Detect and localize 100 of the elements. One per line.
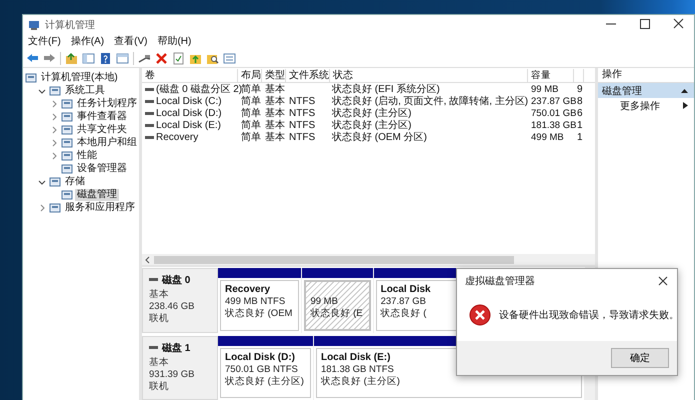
node-icon xyxy=(61,98,73,110)
table-cell: 基本 xyxy=(265,132,285,144)
table-cell-text: 基本 xyxy=(265,84,285,96)
ok-button[interactable]: 确定 xyxy=(611,348,669,368)
tree-item[interactable]: 事件查看器 xyxy=(23,110,135,123)
disk-status: 联机 xyxy=(149,313,170,325)
disk-status: 联机 xyxy=(149,380,170,392)
table-cell-text: 基本 xyxy=(265,120,285,132)
table-cell-text: 基本 xyxy=(265,108,285,120)
partition-name: Local Disk xyxy=(380,284,431,296)
window-title: 计算机管理 xyxy=(45,18,96,32)
disk-size: 238.46 GB xyxy=(149,301,196,313)
table-cell: (磁盘 0 磁盘分区 2) xyxy=(156,84,242,96)
tree-item[interactable]: 共享文件夹 xyxy=(23,123,135,136)
partition-size: 499 MB NTFS xyxy=(225,296,286,308)
table-cell: 237.87 GB xyxy=(531,96,576,108)
column-header[interactable]: 卷 xyxy=(142,68,238,82)
partition-name: Recovery xyxy=(225,284,270,296)
partition-name: Local Disk (E:) xyxy=(320,352,390,364)
partition-name: Local Disk (D:) xyxy=(225,352,296,364)
dialog-title: 虚拟磁盘管理器 xyxy=(465,274,535,288)
menu-item[interactable]: 帮助(H) xyxy=(157,35,192,48)
tree-item[interactable]: 本地用户和组 xyxy=(23,136,135,149)
scroll-left-icon[interactable] xyxy=(145,256,151,264)
partition-status: 状态良好 (主分区) xyxy=(320,376,400,388)
folder-up-icon[interactable] xyxy=(65,52,78,64)
node-icon xyxy=(61,124,73,136)
table-cell: 状态良好 (OEM 分区) xyxy=(332,132,427,144)
partition-size: 750.01 GB NTFS xyxy=(225,364,298,376)
disk-name: 磁盘 0 xyxy=(162,274,190,287)
actions-section[interactable]: 磁盘管理 xyxy=(598,83,694,98)
partition-size: 237.87 GB xyxy=(380,296,426,308)
column-header[interactable]: 布局 xyxy=(238,68,262,82)
column-header[interactable]: 容量 xyxy=(528,68,574,82)
horizontal-scrollbar[interactable] xyxy=(142,254,595,267)
node-icon xyxy=(61,136,73,148)
checked-document-icon[interactable] xyxy=(172,52,185,64)
table-cell-text: 基本 xyxy=(265,96,285,108)
forward-arrow-icon[interactable] xyxy=(43,52,56,64)
close-icon[interactable] xyxy=(657,275,669,287)
table-cell: Recovery xyxy=(156,132,198,144)
help-icon[interactable] xyxy=(99,52,112,64)
node-icon xyxy=(49,176,61,188)
scrollbar-thumb[interactable] xyxy=(154,256,514,264)
partition-block[interactable]: 99 MB 状态良好 (E xyxy=(304,280,371,330)
menu-item[interactable]: 查看(V) xyxy=(114,35,148,48)
tree-item[interactable]: 设备管理器 xyxy=(23,162,135,175)
node-icon xyxy=(61,188,73,200)
tree-item[interactable]: 存储 xyxy=(23,175,135,188)
table-cell-text: 状态良好 (主分区) xyxy=(332,120,412,132)
tree-item[interactable]: 磁盘管理 xyxy=(23,188,135,201)
partition-block[interactable]: Local Disk (D:) 750.01 GB NTFS 状态良好 (主分区) xyxy=(220,348,311,398)
table-cell: 99 MB xyxy=(531,84,558,96)
action-item[interactable]: 更多操作 xyxy=(598,98,694,113)
table-cell: 750.01 GB xyxy=(531,108,576,120)
partition-status: 状态良好 ( xyxy=(380,308,426,320)
partition-status: 状态良好 (OEM xyxy=(225,308,292,320)
menu-item[interactable]: 操作(A) xyxy=(70,35,104,48)
table-cell: Local Disk (C:) xyxy=(156,96,222,108)
column-header[interactable]: 文件系统 xyxy=(286,68,330,82)
disk-type: 基本 xyxy=(149,356,170,368)
panel-icon[interactable] xyxy=(116,52,129,64)
menu-item[interactable]: 文件(F) xyxy=(28,35,61,48)
error-message: 设备硬件出现致命错误，导致请求失败。 xyxy=(499,308,679,322)
table-cell: 181.38 GB xyxy=(531,120,576,132)
tree-item[interactable]: 服务和应用程序 xyxy=(23,201,135,214)
submenu-triangle-icon xyxy=(683,102,688,109)
table-cell: 6 xyxy=(577,108,583,120)
node-icon xyxy=(61,110,73,122)
tree-item[interactable]: 任务计划程序 xyxy=(23,97,135,110)
table-cell-text: 简单 xyxy=(241,84,261,96)
delete-icon[interactable] xyxy=(155,52,168,64)
table-cell: 8 xyxy=(577,96,583,108)
node-icon xyxy=(61,150,73,162)
table-cell: Local Disk (D:) xyxy=(156,108,222,120)
disk-size: 931.39 GB xyxy=(149,368,196,380)
window-icon[interactable] xyxy=(223,52,236,64)
node-icon xyxy=(49,84,61,96)
disk-type: 基本 xyxy=(149,289,170,301)
column-header[interactable]: 状态 xyxy=(330,68,528,82)
tree-item[interactable]: 性能 xyxy=(23,149,135,162)
panel-icon[interactable] xyxy=(82,52,95,64)
table-cell-text: 简单 xyxy=(241,120,261,132)
tree-item[interactable]: 计算机管理(本地) xyxy=(23,71,135,84)
table-cell: 499 MB xyxy=(531,132,564,144)
column-header[interactable]: 类型 xyxy=(262,68,286,82)
computer-icon xyxy=(28,18,40,30)
partition-block[interactable]: Recovery 499 MB NTFS 状态良好 (OEM xyxy=(220,280,300,330)
node-icon xyxy=(61,162,73,174)
node-icon xyxy=(25,72,37,84)
table-cell: 9 xyxy=(577,84,583,96)
back-arrow-icon[interactable] xyxy=(26,52,39,64)
table-cell-text: 状态良好 (EFI 系统分区) xyxy=(332,84,440,96)
collapse-triangle-icon[interactable] xyxy=(681,88,688,93)
table-cell-text: 状态良好 (启动, 页面文件, 故障转储, 主分区) xyxy=(332,96,528,107)
table-cell: NTFS xyxy=(289,132,316,144)
table-cell-text: 状态良好 (主分区) xyxy=(332,108,412,119)
table-cell-text: 简单 xyxy=(241,96,261,108)
table-cell: NTFS xyxy=(289,96,316,108)
tree-item[interactable]: 系统工具 xyxy=(23,84,135,97)
